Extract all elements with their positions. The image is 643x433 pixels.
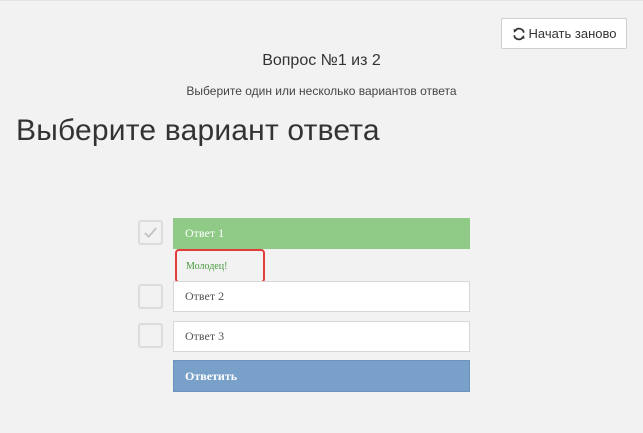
option-1-label: Ответ 1 <box>185 226 225 240</box>
question-counter: Вопрос №1 из 2 <box>262 52 381 69</box>
feedback-text: Молодец! <box>186 260 228 272</box>
option-2[interactable]: Ответ 2 <box>173 281 470 312</box>
check-icon <box>144 227 157 239</box>
submit-button[interactable]: Ответить <box>173 360 470 392</box>
option-3[interactable]: Ответ 3 <box>173 321 470 352</box>
option-3-label: Ответ 3 <box>185 329 225 343</box>
restart-button-label: Начать заново <box>528 26 617 41</box>
question-title: Выберите вариант ответа <box>16 114 380 147</box>
option-1[interactable]: Ответ 1 <box>173 218 470 249</box>
option-2-checkbox[interactable] <box>138 284 163 309</box>
question-hint: Выберите один или несколько вариантов от… <box>186 84 457 98</box>
option-1-checkbox[interactable] <box>138 220 163 245</box>
top-divider <box>0 0 643 1</box>
submit-button-label: Ответить <box>185 368 238 383</box>
restart-button[interactable]: Начать заново <box>501 18 627 49</box>
option-3-checkbox[interactable] <box>138 323 163 348</box>
feedback-message: Молодец! <box>175 249 265 283</box>
refresh-icon <box>512 27 526 41</box>
option-2-label: Ответ 2 <box>185 289 225 303</box>
